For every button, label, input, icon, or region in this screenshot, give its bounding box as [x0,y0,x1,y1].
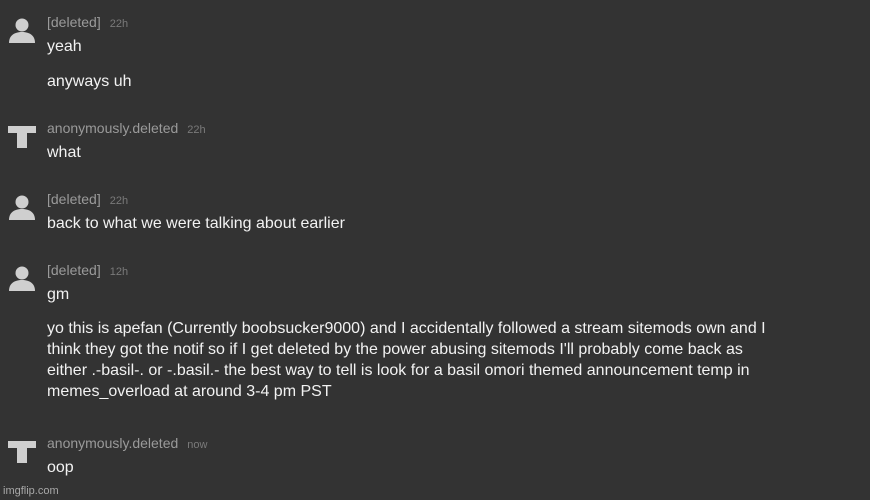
timestamp: 22h [109,195,129,207]
tee-icon[interactable] [6,120,38,152]
person-icon[interactable] [6,262,38,294]
username[interactable]: [deleted] [47,262,101,278]
message-header: anonymously.deleted now [47,434,207,454]
username[interactable]: [deleted] [47,14,101,30]
timestamp: 12h [109,266,129,278]
username[interactable]: anonymously.deleted [47,120,178,136]
message-text: oop [47,459,74,476]
message-text: yo this is apefan (Currently boobsucker9… [47,320,766,400]
message-header: anonymously.deleted 22h [47,119,206,139]
watermark: imgflip.com [3,485,59,497]
timestamp: 22h [187,124,206,136]
message-header: [deleted] 22h [47,190,128,210]
message-header: [deleted] 12h [47,261,128,281]
message-text: gm [47,286,70,303]
username[interactable]: [deleted] [47,191,101,207]
message-text: yeah [47,38,82,55]
person-icon[interactable] [6,14,38,46]
message-header: [deleted] 22h [47,13,128,33]
message-text: back to what we were talking about earli… [47,215,345,232]
message-text: what [47,144,81,161]
message-text: anyways uh [47,73,132,90]
timestamp: 22h [109,18,129,30]
timestamp: now [187,439,208,451]
person-icon[interactable] [6,191,38,223]
username[interactable]: anonymously.deleted [47,435,178,451]
tee-icon[interactable] [6,435,38,467]
